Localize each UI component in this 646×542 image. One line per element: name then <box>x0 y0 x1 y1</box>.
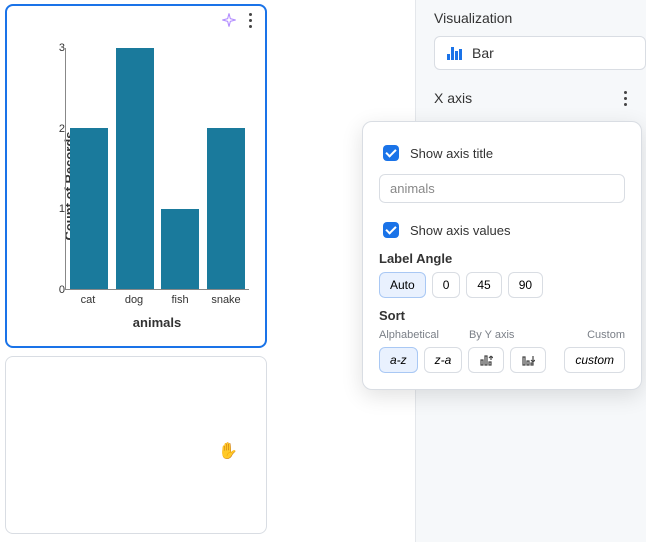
angle-90-button[interactable]: 90 <box>508 272 543 298</box>
bar <box>70 128 108 289</box>
chart-toolbar <box>221 12 257 28</box>
sort-header: Sort <box>379 308 625 323</box>
sort-custom-button[interactable]: custom <box>564 347 625 373</box>
bar <box>207 128 245 289</box>
xaxis-popover: Show axis title Show axis values Label A… <box>362 121 642 390</box>
bar <box>161 209 199 289</box>
chart-body: Count of Records 0123 catdogfishsnake an… <box>19 34 253 338</box>
axis-title-input[interactable] <box>379 174 625 203</box>
show-axis-values-label: Show axis values <box>410 223 510 238</box>
show-axis-values-row[interactable]: Show axis values <box>379 219 625 241</box>
sort-custom-label: Custom <box>587 329 625 341</box>
xaxis-header[interactable]: X axis <box>416 80 646 112</box>
chart-menu-icon[interactable] <box>243 12 257 28</box>
sort-desc-button[interactable] <box>510 347 546 373</box>
sort-az-button[interactable]: a-z <box>379 347 418 373</box>
plot-area <box>65 48 249 290</box>
sort-asc-button[interactable] <box>468 347 504 373</box>
show-axis-title-checkbox[interactable] <box>383 145 399 161</box>
label-angle-header: Label Angle <box>379 251 625 266</box>
sort-group-headers: Alphabetical By Y axis Custom <box>379 329 625 341</box>
ai-assist-icon[interactable] <box>221 12 237 28</box>
sort-buttons: a-z z-a custom <box>379 347 625 373</box>
x-axis-ticks: catdogfishsnake <box>65 294 249 310</box>
xaxis-header-label: X axis <box>434 90 472 106</box>
xaxis-menu-icon[interactable] <box>618 90 632 106</box>
show-axis-title-label: Show axis title <box>410 146 493 161</box>
visualization-header[interactable]: Visualization <box>416 0 646 32</box>
sort-alpha-label: Alphabetical <box>379 329 439 341</box>
visualization-header-label: Visualization <box>434 10 512 26</box>
angle-auto-button[interactable]: Auto <box>379 272 426 298</box>
sort-za-button[interactable]: z-a <box>424 347 463 373</box>
x-axis-title: animals <box>65 315 249 330</box>
y-axis-ticks: 0123 <box>45 48 65 290</box>
visualization-select[interactable]: Bar <box>434 36 646 70</box>
empty-chart-panel[interactable] <box>5 356 267 534</box>
angle-0-button[interactable]: 0 <box>432 272 461 298</box>
label-angle-group: Auto 0 45 90 <box>379 272 625 298</box>
chart-panel[interactable]: Count of Records 0123 catdogfishsnake an… <box>5 4 267 348</box>
bar-chart-icon <box>447 46 462 60</box>
visualization-selected-label: Bar <box>472 45 494 61</box>
show-axis-title-row[interactable]: Show axis title <box>379 142 625 164</box>
angle-45-button[interactable]: 45 <box>466 272 501 298</box>
show-axis-values-checkbox[interactable] <box>383 222 399 238</box>
bar <box>116 48 154 289</box>
sort-yaxis-label: By Y axis <box>469 329 514 341</box>
